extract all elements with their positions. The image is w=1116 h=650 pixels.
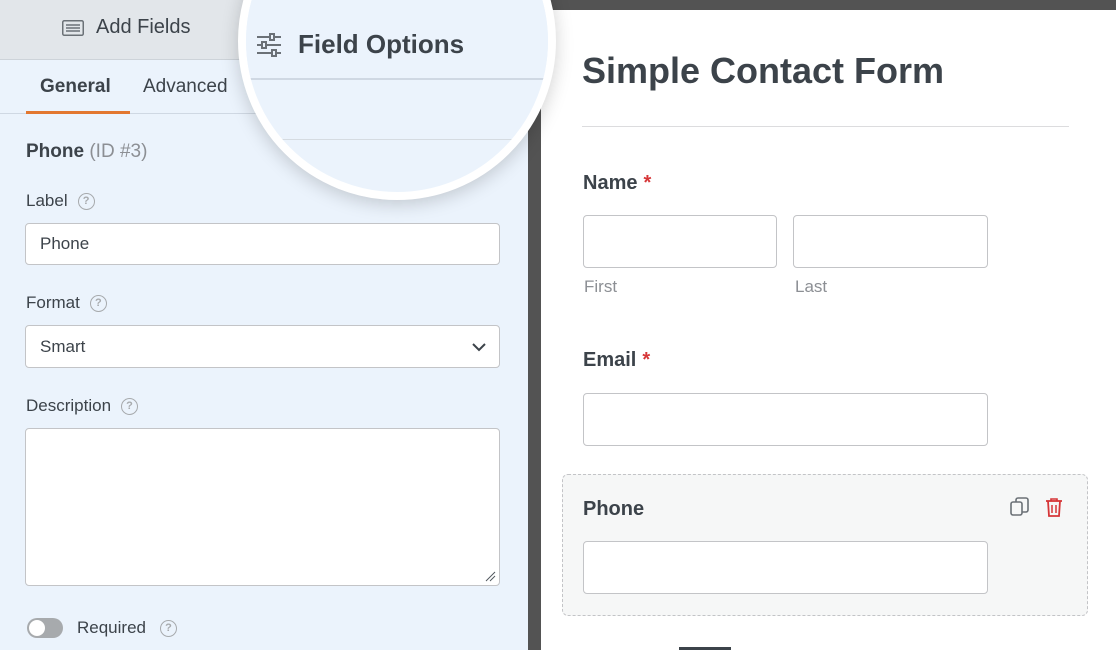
name-last-sublabel: Last (795, 277, 828, 296)
phone-field-label: Phone (583, 498, 645, 520)
form-title: Simple Contact Form (582, 50, 945, 91)
label-option-text: Label (26, 191, 68, 210)
email-field-label: Email * (583, 349, 650, 372)
tab-advanced[interactable]: Advanced (143, 76, 228, 98)
list-icon (62, 19, 84, 36)
field-id: (ID #3) (89, 141, 148, 162)
duplicate-icon[interactable] (1009, 496, 1031, 518)
required-label: Required (77, 618, 146, 637)
help-icon[interactable]: ? (89, 294, 107, 312)
description-option-text: Description (26, 396, 112, 415)
field-heading: Phone (ID #3) (26, 141, 147, 163)
email-label-text: Email (583, 349, 637, 371)
resize-grip-icon[interactable] (484, 570, 496, 582)
magnified-tab-area: Field Options (246, 0, 548, 80)
chevron-down-icon (472, 342, 486, 351)
magnified-divider (246, 139, 548, 140)
description-textarea[interactable] (25, 428, 500, 586)
phone-input[interactable] (583, 541, 988, 594)
name-first-input[interactable] (583, 215, 777, 268)
next-field-label-peek (583, 642, 763, 650)
help-icon[interactable]: ? (77, 192, 95, 210)
label-option-label: Label ? (26, 191, 95, 211)
trash-icon[interactable] (1043, 496, 1065, 518)
format-select-value: Smart (40, 336, 86, 356)
name-first-sublabel: First (584, 277, 618, 296)
email-input[interactable] (583, 393, 988, 446)
name-field-label: Name * (583, 172, 651, 195)
field-options-label: Field Options (298, 29, 465, 59)
name-last-input[interactable] (793, 215, 988, 268)
label-input[interactable]: Phone (25, 223, 500, 265)
required-toggle[interactable] (27, 618, 63, 638)
label-input-value: Phone (40, 234, 90, 253)
format-select[interactable]: Smart (25, 325, 500, 368)
help-icon[interactable]: ? (160, 619, 177, 637)
help-icon[interactable]: ? (121, 397, 139, 415)
required-toggle-row: Required ? (27, 618, 177, 638)
form-preview: Simple Contact Form Name * First Last Ema… (541, 10, 1116, 650)
title-divider (582, 126, 1069, 127)
tab-general[interactable]: General (40, 76, 111, 98)
description-option-label: Description ? (26, 396, 139, 416)
name-label-text: Name (583, 172, 638, 194)
sliders-icon (257, 32, 281, 57)
field-name: Phone (26, 141, 85, 162)
active-tab-indicator (26, 111, 130, 114)
toggle-knob (29, 620, 45, 636)
field-options-tab[interactable]: Field Options (256, 29, 464, 60)
add-fields-tab[interactable]: Add Fields (62, 16, 191, 39)
format-option-label: Format ? (26, 293, 107, 313)
required-marker: * (642, 349, 651, 371)
required-marker: * (643, 172, 652, 194)
format-option-text: Format (26, 293, 80, 312)
add-fields-label: Add Fields (96, 16, 191, 38)
